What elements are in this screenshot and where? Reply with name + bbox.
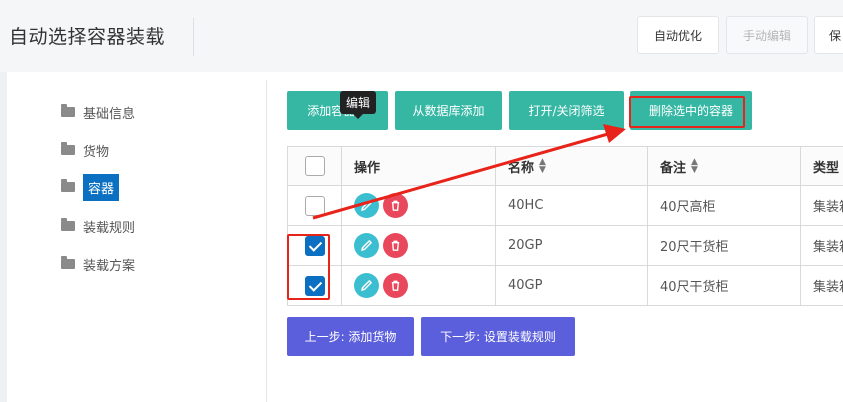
- trash-icon[interactable]: [383, 193, 408, 218]
- row-select-cell: [288, 186, 342, 225]
- page-title: 自动选择容器装载: [9, 26, 166, 48]
- row-checkbox[interactable]: [304, 195, 325, 216]
- table-row: 40GP 40尺干货柜 集装箱: [288, 266, 843, 306]
- table-header-row: 操作 名称 ▲ ▼ 备注 ▲ ▼ 类型: [288, 147, 843, 186]
- sort-icon: ▲ ▼: [539, 157, 546, 175]
- save-button[interactable]: 保: [814, 16, 843, 54]
- sidebar-item-label: 货物: [83, 144, 110, 160]
- sidebar-item-basic-info[interactable]: 基础信息: [61, 99, 135, 125]
- container-table: 操作 名称 ▲ ▼ 备注 ▲ ▼ 类型 40HC 40尺高柜 集装 20GP 2…: [287, 146, 843, 306]
- name-header[interactable]: 名称 ▲ ▼: [496, 147, 648, 185]
- note-cell: 20尺干货柜: [648, 226, 801, 265]
- sidebar-item-cargo[interactable]: 货物: [61, 137, 109, 163]
- name-header-label: 名称: [508, 160, 535, 176]
- sidebar-item-container[interactable]: 容器: [61, 173, 120, 201]
- sidebar-item-label: 装载方案: [83, 258, 136, 274]
- folder-icon: [61, 256, 75, 269]
- trash-icon[interactable]: [383, 273, 408, 298]
- annotation-highlight-checkboxes: [287, 234, 330, 300]
- select-all-cell: [288, 147, 342, 185]
- manual-edit-button[interactable]: 手动编辑: [726, 16, 808, 54]
- toggle-filter-button[interactable]: 打开/关闭筛选: [509, 91, 624, 130]
- type-cell: 集装箱: [813, 240, 843, 255]
- action-header: 操作: [342, 147, 496, 185]
- edit-icon[interactable]: [354, 193, 379, 218]
- edit-icon[interactable]: [354, 233, 379, 258]
- name-cell: 40GP: [496, 266, 648, 305]
- edit-tooltip: 编辑: [340, 91, 377, 119]
- type-cell: 集装箱: [813, 200, 843, 215]
- action-cell: [342, 186, 496, 225]
- table-row: 40HC 40尺高柜 集装箱: [288, 186, 843, 226]
- folder-icon: [61, 142, 75, 155]
- sidebar-item-loading-plan[interactable]: 装载方案: [61, 251, 135, 277]
- add-from-database-button[interactable]: 从数据库添加: [395, 91, 502, 130]
- previous-step-button[interactable]: 上一步: 添加货物: [287, 317, 414, 356]
- folder-icon: [61, 179, 75, 192]
- folder-icon: [61, 218, 75, 231]
- name-cell: 20GP: [496, 226, 648, 265]
- table-row: 20GP 20尺干货柜 集装箱: [288, 226, 843, 266]
- edit-icon[interactable]: [354, 273, 379, 298]
- header-bar: 自动选择容器装载 自动优化 手动编辑 保: [0, 0, 843, 72]
- folder-icon: [61, 104, 75, 117]
- note-header[interactable]: 备注 ▲ ▼: [648, 147, 801, 185]
- type-header: 类型: [813, 160, 840, 176]
- auto-optimize-button[interactable]: 自动优化: [637, 16, 719, 54]
- divider: [193, 18, 194, 56]
- sidebar-item-label: 装载规则: [83, 220, 136, 236]
- type-cell: 集装箱: [813, 280, 843, 295]
- action-cell: [342, 226, 496, 265]
- sidebar-item-label: 基础信息: [83, 106, 136, 122]
- note-header-label: 备注: [660, 160, 687, 176]
- sort-icon: ▲ ▼: [691, 157, 698, 175]
- sidebar-item-loading-rules[interactable]: 装载规则: [61, 213, 135, 239]
- note-cell: 40尺高柜: [648, 186, 801, 225]
- sidebar-divider: [266, 80, 267, 402]
- sidebar-item-label: 容器: [83, 173, 120, 201]
- name-cell: 40HC: [496, 186, 648, 225]
- note-cell: 40尺干货柜: [648, 266, 801, 305]
- next-step-button[interactable]: 下一步: 设置装载规则: [421, 317, 575, 356]
- select-all-checkbox[interactable]: [304, 156, 325, 176]
- action-cell: [342, 266, 496, 305]
- annotation-highlight-delete: [629, 96, 745, 128]
- trash-icon[interactable]: [383, 233, 408, 258]
